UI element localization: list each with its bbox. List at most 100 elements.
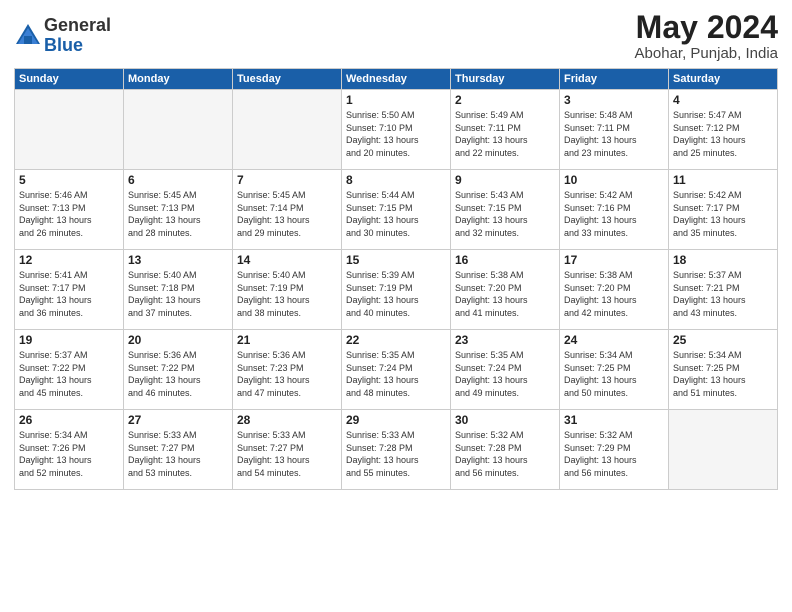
day-cell: 13 Sunrise: 5:40 AM Sunset: 7:18 PM Dayli… [124,250,233,330]
day-number: 2 [455,93,555,107]
day-info: Sunrise: 5:40 AM Sunset: 7:18 PM Dayligh… [128,269,228,319]
day-cell: 12 Sunrise: 5:41 AM Sunset: 7:17 PM Dayli… [15,250,124,330]
day-info: Sunrise: 5:38 AM Sunset: 7:20 PM Dayligh… [564,269,664,319]
logo-text: General Blue [44,16,111,56]
weekday-header-row: SundayMondayTuesdayWednesdayThursdayFrid… [15,69,778,90]
day-number: 31 [564,413,664,427]
month-title: May 2024 [635,10,778,45]
day-number: 14 [237,253,337,267]
day-info: Sunrise: 5:45 AM Sunset: 7:14 PM Dayligh… [237,189,337,239]
day-cell: 2 Sunrise: 5:49 AM Sunset: 7:11 PM Daylig… [451,90,560,170]
day-info: Sunrise: 5:37 AM Sunset: 7:21 PM Dayligh… [673,269,773,319]
day-number: 20 [128,333,228,347]
title-area: May 2024 Abohar, Punjab, India [635,10,778,62]
day-info: Sunrise: 5:47 AM Sunset: 7:12 PM Dayligh… [673,109,773,159]
day-info: Sunrise: 5:34 AM Sunset: 7:25 PM Dayligh… [564,349,664,399]
day-info: Sunrise: 5:46 AM Sunset: 7:13 PM Dayligh… [19,189,119,239]
day-number: 12 [19,253,119,267]
day-cell: 26Sunrise: 5:34 AM Sunset: 7:26 PM Dayli… [15,410,124,490]
day-number: 13 [128,253,228,267]
weekday-sunday: Sunday [15,69,124,90]
day-number: 11 [673,173,773,187]
day-info: Sunrise: 5:44 AM Sunset: 7:15 PM Dayligh… [346,189,446,239]
day-cell: 30 Sunrise: 5:32 AM Sunset: 7:28 PM Dayli… [451,410,560,490]
day-cell: 29 Sunrise: 5:33 AM Sunset: 7:28 PM Dayli… [342,410,451,490]
day-info: Sunrise: 5:42 AM Sunset: 7:16 PM Dayligh… [564,189,664,239]
day-number: 15 [346,253,446,267]
day-number: 8 [346,173,446,187]
day-cell: 24 Sunrise: 5:34 AM Sunset: 7:25 PM Dayli… [560,330,669,410]
week-row-4: 19 Sunrise: 5:37 AM Sunset: 7:22 PM Dayli… [15,330,778,410]
day-cell [233,90,342,170]
day-info: Sunrise: 5:43 AM Sunset: 7:15 PM Dayligh… [455,189,555,239]
day-cell: 17 Sunrise: 5:38 AM Sunset: 7:20 PM Dayli… [560,250,669,330]
calendar: SundayMondayTuesdayWednesdayThursdayFrid… [14,68,778,490]
header: General Blue May 2024 Abohar, Punjab, In… [14,10,778,62]
logo-icon [14,22,42,50]
day-number: 6 [128,173,228,187]
day-number: 3 [564,93,664,107]
day-info: Sunrise: 5:41 AM Sunset: 7:17 PM Dayligh… [19,269,119,319]
day-number: 19 [19,333,119,347]
day-cell: 21 Sunrise: 5:36 AM Sunset: 7:23 PM Dayli… [233,330,342,410]
day-number: 27 [128,413,228,427]
day-info: Sunrise: 5:33 AM Sunset: 7:28 PM Dayligh… [346,429,446,479]
day-number: 1 [346,93,446,107]
day-cell: 6 Sunrise: 5:45 AM Sunset: 7:13 PM Daylig… [124,170,233,250]
day-number: 26 [19,413,119,427]
location: Abohar, Punjab, India [635,45,778,62]
day-cell: 10 Sunrise: 5:42 AM Sunset: 7:16 PM Dayli… [560,170,669,250]
week-row-1: 1 Sunrise: 5:50 AM Sunset: 7:10 PM Daylig… [15,90,778,170]
day-number: 9 [455,173,555,187]
week-row-5: 26Sunrise: 5:34 AM Sunset: 7:26 PM Dayli… [15,410,778,490]
day-info: Sunrise: 5:36 AM Sunset: 7:23 PM Dayligh… [237,349,337,399]
day-info: Sunrise: 5:32 AM Sunset: 7:29 PM Dayligh… [564,429,664,479]
day-info: Sunrise: 5:35 AM Sunset: 7:24 PM Dayligh… [346,349,446,399]
day-info: Sunrise: 5:40 AM Sunset: 7:19 PM Dayligh… [237,269,337,319]
day-info: Sunrise: 5:33 AM Sunset: 7:27 PM Dayligh… [237,429,337,479]
day-number: 5 [19,173,119,187]
day-info: Sunrise: 5:45 AM Sunset: 7:13 PM Dayligh… [128,189,228,239]
day-number: 21 [237,333,337,347]
day-number: 10 [564,173,664,187]
day-cell: 1 Sunrise: 5:50 AM Sunset: 7:10 PM Daylig… [342,90,451,170]
day-info: Sunrise: 5:32 AM Sunset: 7:28 PM Dayligh… [455,429,555,479]
day-cell: 3 Sunrise: 5:48 AM Sunset: 7:11 PM Daylig… [560,90,669,170]
day-number: 24 [564,333,664,347]
weekday-thursday: Thursday [451,69,560,90]
day-info: Sunrise: 5:36 AM Sunset: 7:22 PM Dayligh… [128,349,228,399]
weekday-wednesday: Wednesday [342,69,451,90]
day-number: 17 [564,253,664,267]
logo: General Blue [14,16,111,56]
day-number: 28 [237,413,337,427]
day-cell: 14 Sunrise: 5:40 AM Sunset: 7:19 PM Dayli… [233,250,342,330]
day-cell: 31 Sunrise: 5:32 AM Sunset: 7:29 PM Dayli… [560,410,669,490]
day-info: Sunrise: 5:49 AM Sunset: 7:11 PM Dayligh… [455,109,555,159]
day-number: 29 [346,413,446,427]
day-cell: 18 Sunrise: 5:37 AM Sunset: 7:21 PM Dayli… [669,250,778,330]
day-cell: 20 Sunrise: 5:36 AM Sunset: 7:22 PM Dayli… [124,330,233,410]
day-cell: 7Sunrise: 5:45 AM Sunset: 7:14 PM Daylig… [233,170,342,250]
day-cell: 25Sunrise: 5:34 AM Sunset: 7:25 PM Dayli… [669,330,778,410]
day-cell: 11Sunrise: 5:42 AM Sunset: 7:17 PM Dayli… [669,170,778,250]
week-row-3: 12 Sunrise: 5:41 AM Sunset: 7:17 PM Dayli… [15,250,778,330]
day-number: 30 [455,413,555,427]
day-cell: 4 Sunrise: 5:47 AM Sunset: 7:12 PM Daylig… [669,90,778,170]
day-cell: 19 Sunrise: 5:37 AM Sunset: 7:22 PM Dayli… [15,330,124,410]
day-cell: 28 Sunrise: 5:33 AM Sunset: 7:27 PM Dayli… [233,410,342,490]
day-cell [15,90,124,170]
day-cell [669,410,778,490]
day-number: 4 [673,93,773,107]
week-row-2: 5 Sunrise: 5:46 AM Sunset: 7:13 PM Daylig… [15,170,778,250]
day-info: Sunrise: 5:38 AM Sunset: 7:20 PM Dayligh… [455,269,555,319]
day-info: Sunrise: 5:50 AM Sunset: 7:10 PM Dayligh… [346,109,446,159]
weekday-tuesday: Tuesday [233,69,342,90]
weekday-saturday: Saturday [669,69,778,90]
day-cell: 15Sunrise: 5:39 AM Sunset: 7:19 PM Dayli… [342,250,451,330]
logo-blue: Blue [44,36,111,56]
day-info: Sunrise: 5:33 AM Sunset: 7:27 PM Dayligh… [128,429,228,479]
day-info: Sunrise: 5:37 AM Sunset: 7:22 PM Dayligh… [19,349,119,399]
day-info: Sunrise: 5:48 AM Sunset: 7:11 PM Dayligh… [564,109,664,159]
day-info: Sunrise: 5:35 AM Sunset: 7:24 PM Dayligh… [455,349,555,399]
day-number: 18 [673,253,773,267]
